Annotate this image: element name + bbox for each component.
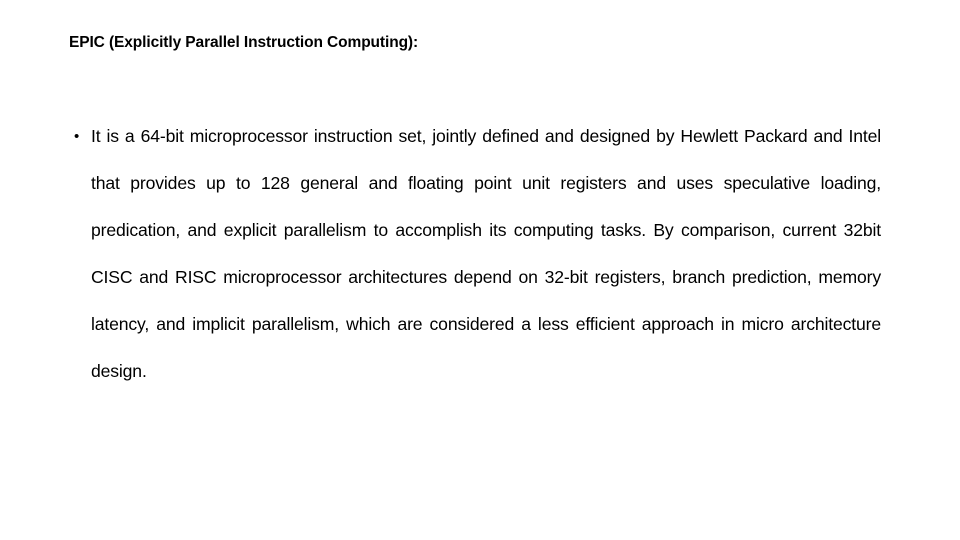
list-item: • It is a 64-bit microprocessor instruct…: [69, 113, 881, 442]
slide-heading: EPIC (Explicitly Parallel Instruction Co…: [69, 34, 419, 51]
slide-body: • It is a 64-bit microprocessor instruct…: [69, 113, 881, 442]
list-item-text: It is a 64-bit microprocessor instructio…: [91, 126, 881, 381]
slide-canvas: EPIC (Explicitly Parallel Instruction Co…: [0, 0, 960, 540]
bullet-point-icon: •: [74, 128, 80, 145]
